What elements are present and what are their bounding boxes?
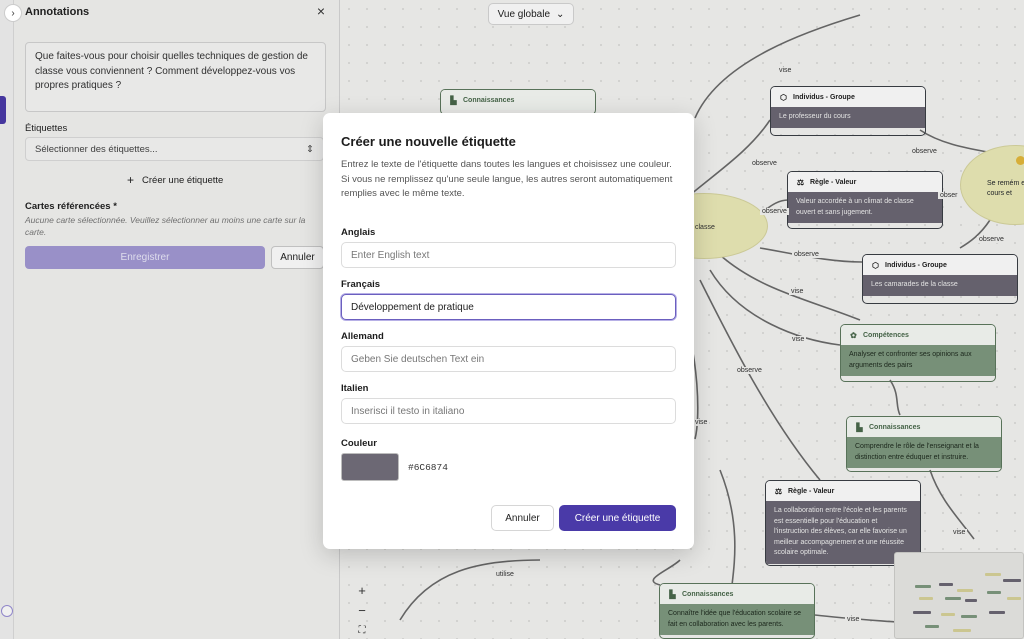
english-input[interactable]	[341, 242, 676, 268]
french-input[interactable]	[341, 294, 676, 320]
dialog-cancel-button[interactable]: Annuler	[491, 505, 554, 531]
create-tag-dialog: Créer une nouvelle étiquette Entrez le t…	[323, 113, 694, 549]
chevron-right-icon: ›	[11, 7, 15, 19]
dialog-description: Entrez le texte de l'étiquette dans tout…	[341, 159, 673, 199]
dialog-title: Créer une nouvelle étiquette	[341, 134, 516, 149]
sidebar-toggle-button[interactable]: ›	[4, 4, 22, 22]
french-label: Français	[341, 279, 381, 290]
english-label: Anglais	[341, 227, 376, 238]
color-swatch[interactable]	[341, 453, 399, 481]
german-input[interactable]	[341, 346, 676, 372]
german-label: Allemand	[341, 331, 384, 342]
color-hex-value: #6C6874	[408, 462, 448, 473]
color-label: Couleur	[341, 438, 377, 449]
italian-label: Italien	[341, 383, 369, 394]
dialog-create-button[interactable]: Créer une étiquette	[559, 505, 676, 531]
italian-input[interactable]	[341, 398, 676, 424]
